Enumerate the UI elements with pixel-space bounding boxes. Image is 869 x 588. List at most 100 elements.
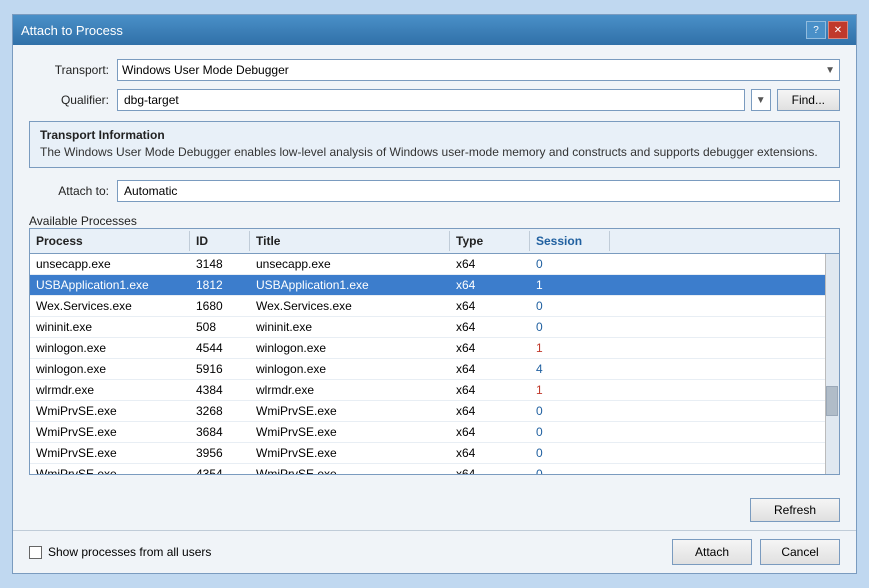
table-row[interactable]: wininit.exe 508 wininit.exe x64 0 <box>30 317 839 338</box>
cell-title: WmiPrvSE.exe <box>250 464 450 474</box>
cell-title: WmiPrvSE.exe <box>250 443 450 463</box>
table-row[interactable]: unsecapp.exe 3148 unsecapp.exe x64 0 <box>30 254 839 275</box>
cell-process: WmiPrvSE.exe <box>30 422 190 442</box>
attach-to-process-dialog: Attach to Process ? ✕ Transport: Windows… <box>12 14 857 574</box>
cell-extra <box>610 359 839 379</box>
cell-session: 0 <box>530 422 610 442</box>
show-all-users-checkbox[interactable] <box>29 546 42 559</box>
transport-info-title: Transport Information <box>40 128 829 142</box>
col-title: Title <box>250 231 450 251</box>
cell-extra <box>610 275 839 295</box>
dialog-body: Transport: Windows User Mode Debugger ▼ … <box>13 45 856 498</box>
show-all-users-label: Show processes from all users <box>48 545 211 559</box>
section-title: Available Processes <box>29 214 840 228</box>
cancel-button[interactable]: Cancel <box>760 539 840 565</box>
cell-type: x64 <box>450 422 530 442</box>
cell-id: 3268 <box>190 401 250 421</box>
cell-title: Wex.Services.exe <box>250 296 450 316</box>
scrollbar-thumb[interactable] <box>826 386 838 416</box>
cell-process: WmiPrvSE.exe <box>30 401 190 421</box>
qualifier-dropdown-arrow[interactable]: ▼ <box>751 89 771 111</box>
cell-session: 1 <box>530 275 610 295</box>
show-processes-row: Show processes from all users <box>29 545 211 559</box>
cell-session: 0 <box>530 464 610 474</box>
cell-process: WmiPrvSE.exe <box>30 443 190 463</box>
cell-session: 0 <box>530 254 610 274</box>
transport-dropdown-arrow: ▼ <box>825 65 835 76</box>
col-type: Type <box>450 231 530 251</box>
table-header: Process ID Title Type Session <box>30 229 839 254</box>
table-row[interactable]: wlrmdr.exe 4384 wlrmdr.exe x64 1 <box>30 380 839 401</box>
cell-extra <box>610 401 839 421</box>
qualifier-input[interactable] <box>117 89 745 111</box>
cell-session: 4 <box>530 359 610 379</box>
table-row[interactable]: USBApplication1.exe 1812 USBApplication1… <box>30 275 839 296</box>
attach-to-input[interactable] <box>117 180 840 202</box>
transport-info-text: The Windows User Mode Debugger enables l… <box>40 144 829 161</box>
cell-title: WmiPrvSE.exe <box>250 422 450 442</box>
table-row[interactable]: Wex.Services.exe 1680 Wex.Services.exe x… <box>30 296 839 317</box>
qualifier-control-wrap: ▼ Find... <box>117 89 840 111</box>
cell-id: 4354 <box>190 464 250 474</box>
find-button[interactable]: Find... <box>777 89 840 111</box>
help-button[interactable]: ? <box>806 21 826 39</box>
attach-to-row: Attach to: <box>29 180 840 202</box>
bottom-bar: Show processes from all users Attach Can… <box>13 530 856 573</box>
table-row[interactable]: WmiPrvSE.exe 3956 WmiPrvSE.exe x64 0 <box>30 443 839 464</box>
cell-type: x64 <box>450 317 530 337</box>
close-button[interactable]: ✕ <box>828 21 848 39</box>
cell-extra <box>610 338 839 358</box>
cell-type: x64 <box>450 464 530 474</box>
qualifier-label: Qualifier: <box>29 93 109 107</box>
cell-extra <box>610 296 839 316</box>
cell-extra <box>610 380 839 400</box>
cell-process: WmiPrvSE.exe <box>30 464 190 474</box>
transport-control-wrap: Windows User Mode Debugger ▼ <box>117 59 840 81</box>
cell-extra <box>610 422 839 442</box>
attach-button[interactable]: Attach <box>672 539 752 565</box>
transport-dropdown[interactable]: Windows User Mode Debugger ▼ <box>117 59 840 81</box>
cell-process: winlogon.exe <box>30 359 190 379</box>
title-bar: Attach to Process ? ✕ <box>13 15 856 45</box>
cell-session: 1 <box>530 338 610 358</box>
cell-extra <box>610 464 839 474</box>
table-row[interactable]: winlogon.exe 5916 winlogon.exe x64 4 <box>30 359 839 380</box>
title-bar-buttons: ? ✕ <box>806 21 848 39</box>
table-row[interactable]: WmiPrvSE.exe 3684 WmiPrvSE.exe x64 0 <box>30 422 839 443</box>
cell-extra <box>610 254 839 274</box>
cell-id: 1812 <box>190 275 250 295</box>
cell-process: Wex.Services.exe <box>30 296 190 316</box>
cell-process: USBApplication1.exe <box>30 275 190 295</box>
table-row[interactable]: WmiPrvSE.exe 4354 WmiPrvSE.exe x64 0 <box>30 464 839 474</box>
action-buttons: Attach Cancel <box>672 539 840 565</box>
attach-to-label: Attach to: <box>29 184 109 198</box>
transport-info-box: Transport Information The Windows User M… <box>29 121 840 168</box>
process-table: Process ID Title Type Session unsecapp.e… <box>29 228 840 475</box>
cell-session: 0 <box>530 443 610 463</box>
col-id: ID <box>190 231 250 251</box>
col-session: Session <box>530 231 610 251</box>
cell-title: winlogon.exe <box>250 359 450 379</box>
cell-type: x64 <box>450 401 530 421</box>
cell-type: x64 <box>450 296 530 316</box>
table-row[interactable]: winlogon.exe 4544 winlogon.exe x64 1 <box>30 338 839 359</box>
cell-session: 1 <box>530 380 610 400</box>
transport-value: Windows User Mode Debugger <box>122 63 289 77</box>
cell-id: 1680 <box>190 296 250 316</box>
cell-type: x64 <box>450 443 530 463</box>
cell-extra <box>610 317 839 337</box>
col-extra <box>610 231 839 251</box>
scrollbar-track[interactable] <box>825 254 839 474</box>
cell-extra <box>610 443 839 463</box>
cell-title: wlrmdr.exe <box>250 380 450 400</box>
table-row[interactable]: WmiPrvSE.exe 3268 WmiPrvSE.exe x64 0 <box>30 401 839 422</box>
cell-process: wininit.exe <box>30 317 190 337</box>
refresh-button[interactable]: Refresh <box>750 498 840 522</box>
cell-title: unsecapp.exe <box>250 254 450 274</box>
col-process: Process <box>30 231 190 251</box>
available-processes-section: Available Processes Process ID Title Typ… <box>29 210 840 475</box>
cell-title: WmiPrvSE.exe <box>250 401 450 421</box>
cell-session: 0 <box>530 317 610 337</box>
cell-process: unsecapp.exe <box>30 254 190 274</box>
cell-type: x64 <box>450 338 530 358</box>
